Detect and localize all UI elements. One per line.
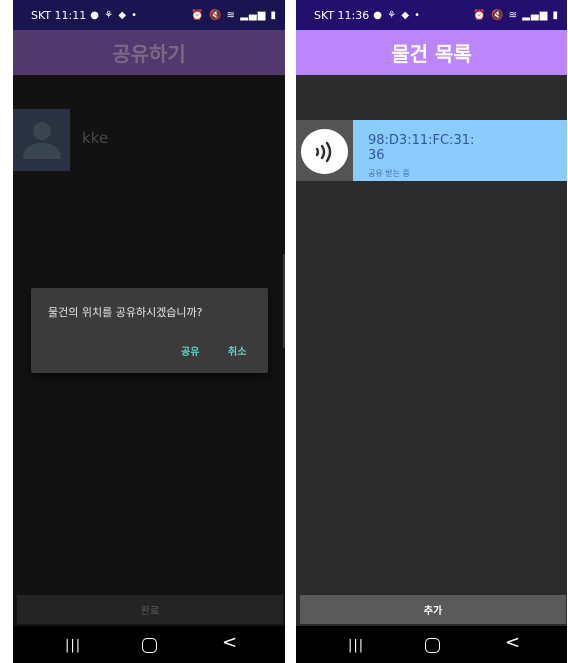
home-icon[interactable] [142, 638, 157, 653]
item-status: 공유 받는 중 [368, 169, 410, 178]
system-nav-bar: ||| < [296, 626, 567, 663]
contact-row[interactable]: kke [13, 109, 285, 171]
item-icon-circle [301, 129, 348, 174]
page-title: 공유하기 [112, 42, 186, 66]
share-button[interactable]: 공유 [181, 343, 199, 358]
recent-apps-icon[interactable]: ||| [65, 637, 81, 655]
status-bar: SKT 11:11 ● ⚘ ◆ • ⏰ 🔇 ≋ ▂▄▆ ▮ [13, 0, 285, 30]
item-icon-box [296, 120, 353, 181]
status-time: SKT 11:36 [314, 8, 370, 22]
scrollbar [283, 254, 285, 348]
status-bar: SKT 11:36 ● ⚘ ◆ • ⏰ 🔇 ≋ ▂▄▆ ▮ [296, 0, 567, 30]
share-screen: SKT 11:11 ● ⚘ ◆ • ⏰ 🔇 ≋ ▂▄▆ ▮ 공유하기 kke 물… [13, 0, 285, 663]
nfc-signal-icon [315, 141, 331, 162]
app-bar: 물건 목록 [296, 30, 567, 75]
person-icon [23, 122, 61, 159]
notification-icons: ● ⚘ ◆ • [373, 9, 422, 21]
back-icon[interactable]: < [222, 634, 237, 652]
done-button[interactable]: 완료 [17, 595, 283, 624]
page-title: 물건 목록 [391, 42, 472, 66]
contact-name: kke [82, 129, 109, 147]
share-confirm-dialog: 물건의 위치를 공유하시겠습니까? 공유 취소 [31, 288, 268, 373]
avatar [13, 109, 70, 171]
add-button[interactable]: 추가 [300, 595, 566, 624]
item-list-screen: SKT 11:36 ● ⚘ ◆ • ⏰ 🔇 ≋ ▂▄▆ ▮ 물건 목록 98:D… [296, 0, 567, 663]
dialog-message: 물건의 위치를 공유하시겠습니까? [48, 306, 203, 319]
back-icon[interactable]: < [505, 634, 520, 652]
status-time: SKT 11:11 [31, 8, 87, 22]
system-nav-bar: ||| < [13, 626, 285, 663]
item-mac-address: 98:D3:11:FC:31:36 [368, 133, 475, 163]
cancel-button[interactable]: 취소 [228, 343, 246, 358]
recent-apps-icon[interactable]: ||| [348, 637, 364, 655]
home-icon[interactable] [425, 638, 440, 653]
list-item[interactable]: 98:D3:11:FC:31:36 공유 받는 중 [296, 120, 567, 181]
notification-icons: ● ⚘ ◆ • [90, 9, 139, 21]
system-status-icons: ⏰ 🔇 ≋ ▂▄▆ ▮ [191, 9, 277, 21]
system-status-icons: ⏰ 🔇 ≋ ▂▄▆ ▮ [473, 9, 559, 21]
app-bar: 공유하기 [13, 30, 285, 75]
